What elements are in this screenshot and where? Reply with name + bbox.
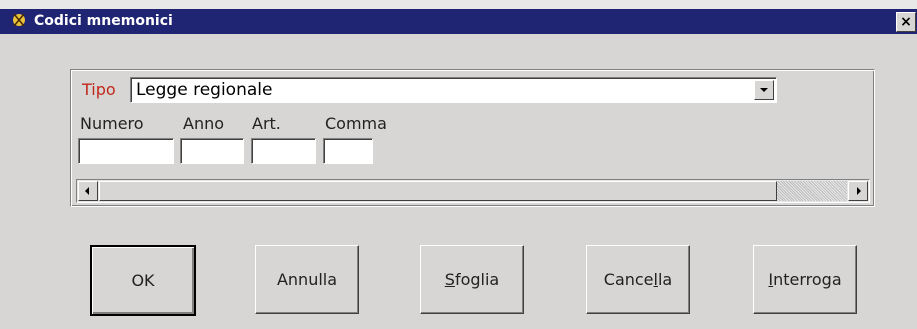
cancella-button[interactable]: Cancella — [586, 245, 690, 314]
horizontal-scrollbar[interactable] — [76, 179, 870, 203]
anno-label: Anno — [183, 114, 225, 133]
title-bar-strip — [0, 0, 917, 9]
annulla-button[interactable]: Annulla — [255, 245, 359, 314]
arrow-right-icon[interactable] — [848, 181, 868, 201]
scroll-track[interactable] — [777, 181, 847, 201]
close-icon[interactable]: × — [896, 12, 916, 32]
tipo-label: Tipo — [82, 80, 116, 99]
numero-field[interactable] — [78, 138, 174, 164]
comma-label: Comma — [325, 114, 387, 133]
numero-label: Numero — [80, 114, 144, 133]
tipo-select[interactable]: Legge regionale — [130, 77, 777, 103]
sfoglia-button[interactable]: Sfoglia — [420, 245, 524, 314]
window-title: Codici mnemonici — [34, 13, 173, 29]
cancella-button-label: Cancella — [603, 270, 673, 289]
app-icon — [13, 13, 25, 27]
art-label: Art. — [252, 114, 281, 133]
scroll-thumb[interactable] — [99, 181, 777, 201]
chevron-down-icon[interactable] — [754, 80, 774, 100]
arrow-left-icon[interactable] — [78, 181, 98, 201]
anno-field[interactable] — [180, 138, 244, 164]
ok-button-label: OK — [131, 271, 155, 290]
annulla-button-label: Annulla — [276, 270, 338, 289]
tipo-select-value: Legge regionale — [136, 80, 273, 100]
art-field[interactable] — [251, 138, 316, 164]
ok-button[interactable]: OK — [90, 245, 196, 316]
comma-field[interactable] — [323, 138, 373, 164]
interroga-button[interactable]: Interroga — [753, 245, 857, 314]
interroga-button-label: Interroga — [768, 270, 842, 289]
title-bar: Codici mnemonici × — [0, 0, 917, 34]
sfoglia-button-label: Sfoglia — [444, 270, 500, 289]
